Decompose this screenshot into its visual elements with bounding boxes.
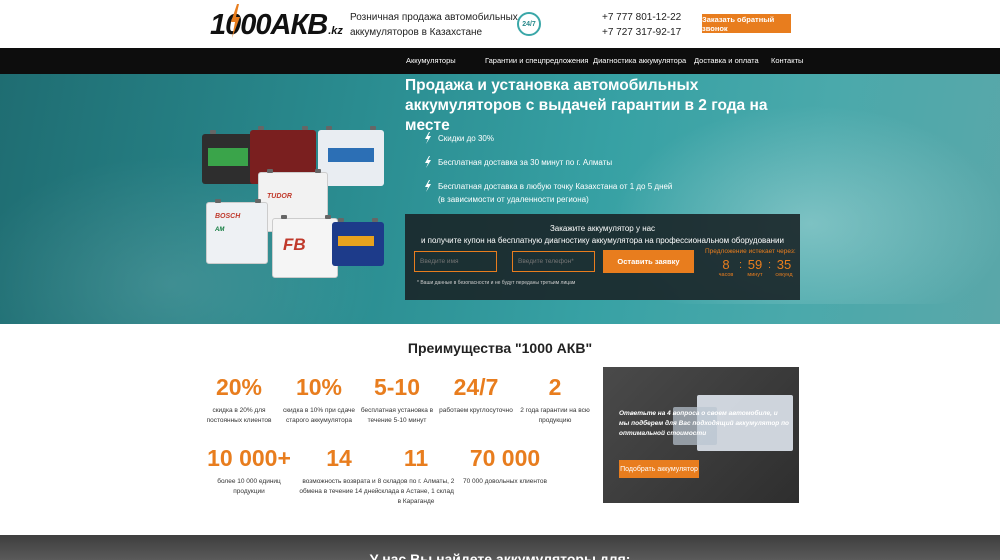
- nav-item-delivery[interactable]: Доставка и оплата: [694, 48, 759, 74]
- logo-suffix: .kz: [328, 25, 343, 37]
- timer-minutes-unit: минут: [747, 272, 763, 278]
- advantage-value: 70 000: [469, 445, 541, 471]
- logo[interactable]: 1000АКВ .kz: [210, 4, 343, 41]
- nav-item-batteries[interactable]: Аккумуляторы: [406, 48, 456, 74]
- badge-label: 24/7: [522, 20, 536, 28]
- phone-input[interactable]: [512, 251, 595, 272]
- hero-title: Продажа и установка автомобильных аккуму…: [405, 77, 768, 134]
- advantage-value: 2: [548, 374, 562, 400]
- timer-seconds: 35 секунд: [773, 257, 795, 279]
- submit-order-button[interactable]: Оставить заявку: [603, 250, 694, 273]
- battery-illustration: TUDOR BOSCH AM FB: [200, 126, 400, 324]
- main-nav: Аккумуляторы Гарантии и спецпредложения …: [0, 48, 1000, 74]
- timer-separator: :: [738, 259, 743, 271]
- advantage-text: 2 года гарантии на всю продукцию: [520, 407, 590, 424]
- feature-item: Бесплатная доставка за 30 минут по г. Ал…: [424, 156, 672, 169]
- advantage-value: 24/7: [453, 374, 499, 400]
- feature-item: Бесплатная доставка в любую точку Казахс…: [424, 180, 672, 206]
- lightning-icon: [425, 156, 431, 168]
- privacy-note: * Ваши данные в безопасности и не будут …: [417, 280, 576, 286]
- advantages-title: Преимущества "1000 АКВ": [407, 340, 593, 356]
- battery-image: BOSCH AM: [206, 199, 268, 264]
- phone-link-2[interactable]: +7 727 317-92-17: [602, 25, 681, 40]
- battery-brand: FB: [283, 235, 306, 254]
- order-form: Закажите аккумулятор у нас и получите ку…: [405, 214, 800, 300]
- lightning-icon: [425, 132, 431, 144]
- battery-image: FB: [272, 215, 338, 278]
- nav-item-guarantees[interactable]: Гарантии и спецпредложения: [485, 48, 589, 74]
- battery-brand: BOSCH: [215, 213, 241, 220]
- pick-battery-button[interactable]: Подобрать аккумулятор: [619, 460, 699, 478]
- advantage-text: скидка в 20% для постоянных клиентов: [206, 407, 272, 424]
- feature-text: Бесплатная доставка в любую точку Казахс…: [438, 182, 673, 191]
- advantage-text: 70 000 довольных клиентов: [463, 478, 547, 485]
- feature-text: Бесплатная доставка за 30 минут по г. Ал…: [438, 158, 613, 167]
- advantage-item: 20% скидка в 20% для постоянных клиентов: [199, 374, 279, 426]
- feature-item: Скидки до 30%: [424, 132, 672, 145]
- timer-minutes: 59 минут: [744, 257, 766, 279]
- lightning-icon: [231, 4, 240, 38]
- advantage-value: 10 000+: [207, 445, 291, 471]
- advantage-value: 5-10: [373, 374, 421, 400]
- countdown-timer: 8 часов : 59 минут : 35 секунд: [715, 257, 795, 279]
- advantage-text: 8 складов по г. Алматы, 2 склада в Астан…: [377, 478, 455, 505]
- advantage-text: работаем круглосуточно: [439, 407, 513, 414]
- section-title: У нас Вы найдете аккумуляторы для:: [369, 551, 631, 560]
- advantage-item: 14 возможность возврата и обмена в течен…: [299, 445, 379, 497]
- advantage-item: 2 2 года гарантии на всю продукцию: [515, 374, 595, 426]
- feature-list: Скидки до 30% Бесплатная доставка за 30 …: [424, 132, 672, 206]
- advantage-item: 10% скидка в 10% при сдаче старого аккум…: [279, 374, 359, 426]
- form-title-line-1: Закажите аккумулятор у нас: [549, 224, 656, 233]
- timer-hours-unit: часов: [718, 272, 734, 278]
- timer-hours: 8 часов: [715, 257, 737, 279]
- advantage-item: 70 000 70 000 довольных клиентов: [460, 445, 550, 487]
- advantage-item: 11 8 складов по г. Алматы, 2 склада в Ас…: [376, 445, 456, 507]
- advantage-text: более 10 000 единиц продукции: [217, 478, 281, 495]
- nav-item-diagnostics[interactable]: Диагностика аккумулятора: [593, 48, 686, 74]
- logo-text: 1000АКВ: [210, 9, 328, 41]
- battery-types-section: У нас Вы найдете аккумуляторы для:: [0, 535, 1000, 560]
- timer-minutes-value: 59: [747, 257, 763, 272]
- phones: +7 777 801-12-22 +7 727 317-92-17: [602, 10, 681, 40]
- tagline: Розничная продажа автомобильных аккумуля…: [350, 12, 518, 38]
- site-header: 1000АКВ .kz Розничная продажа автомобиль…: [0, 0, 1000, 48]
- form-title-line-2: и получите купон на бесплатную диагности…: [420, 236, 784, 245]
- nav-item-contacts[interactable]: Контакты: [771, 48, 803, 74]
- callback-button[interactable]: Заказать обратный звонок: [702, 14, 791, 33]
- timer-label: Предложение истекает через:: [705, 248, 796, 255]
- timer-seconds-value: 35: [776, 257, 792, 272]
- form-title: Закажите аккумулятор у нас и получите ку…: [405, 223, 800, 247]
- advantage-item: 10 000+ более 10 000 единиц продукции: [199, 445, 299, 497]
- battery-brand: TUDOR: [267, 193, 292, 200]
- timer-separator: :: [767, 259, 772, 271]
- promo-text: Ответьте на 4 вопроса о своем автомобиле…: [619, 410, 790, 437]
- timer-hours-value: 8: [722, 257, 730, 272]
- phone-link-1[interactable]: +7 777 801-12-22: [602, 10, 681, 25]
- advantage-text: возможность возврата и обмена в течение …: [299, 478, 379, 495]
- advantage-text: скидка в 10% при сдаче старого аккумулят…: [282, 407, 356, 424]
- advantage-value: 20%: [215, 374, 263, 400]
- name-input[interactable]: [414, 251, 497, 272]
- advantage-item: 24/7 работаем круглосуточно: [436, 374, 516, 416]
- hero-section: Продажа и установка автомобильных аккуму…: [0, 74, 1000, 324]
- battery-image: [332, 218, 384, 266]
- clock-24-7-icon: 24/7: [517, 12, 541, 36]
- advantage-value: 14: [326, 445, 352, 471]
- advantage-value: 11: [403, 445, 429, 471]
- feature-text: Скидки до 30%: [438, 134, 494, 143]
- advantage-item: 5-10 бесплатная установка в течение 5-10…: [357, 374, 437, 426]
- advantage-value: 10%: [295, 374, 343, 400]
- feature-subtext: (в зависимости от удаленности региона): [438, 195, 589, 204]
- advantage-text: бесплатная установка в течение 5-10 мину…: [360, 407, 434, 424]
- battery-brand: AM: [215, 227, 225, 233]
- battery-picker-promo: Ответьте на 4 вопроса о своем автомобиле…: [603, 367, 799, 503]
- lightning-icon: [425, 180, 431, 192]
- timer-seconds-unit: секунд: [775, 272, 793, 278]
